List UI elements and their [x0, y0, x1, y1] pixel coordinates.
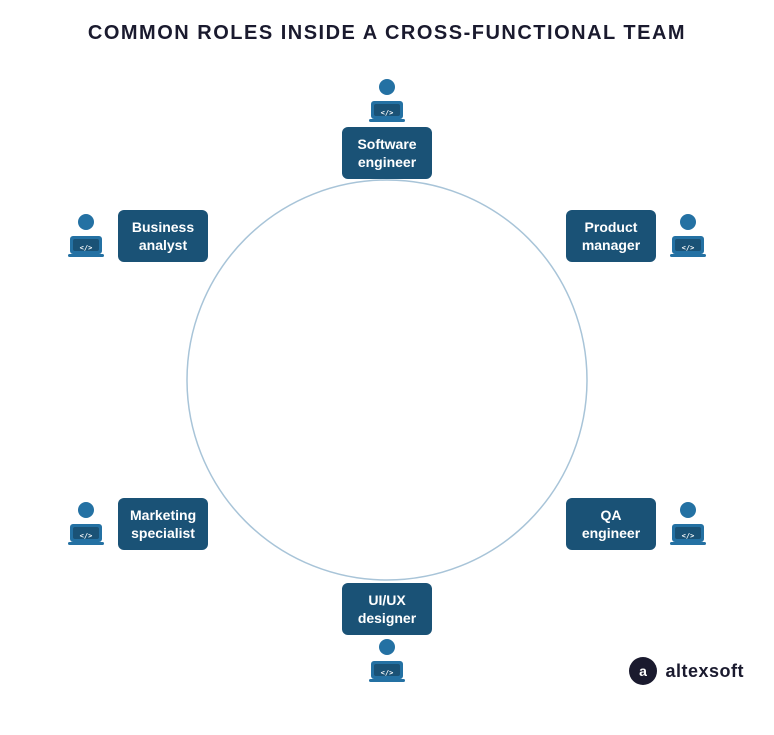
role-box-business: Business analyst	[118, 210, 208, 262]
svg-text:a: a	[640, 663, 648, 679]
role-box-uiux: UI/UX designer	[342, 583, 432, 635]
person-icon-product: </>	[662, 210, 714, 262]
role-node-uiux: UI/UX designer </>	[342, 583, 432, 687]
person-icon-marketing: </>	[60, 498, 112, 550]
diagram-container: </> Software engineer Product manager </…	[0, 55, 774, 705]
page-title: COMMON ROLES INSIDE A CROSS-FUNCTIONAL T…	[0, 0, 774, 55]
role-box-product: Product manager	[566, 210, 656, 262]
logo-text: altexsoft	[665, 661, 744, 682]
logo-icon: a	[627, 655, 659, 687]
role-node-product: Product manager </>	[566, 210, 714, 262]
role-node-business: </> Business analyst	[60, 210, 208, 262]
role-box-software: Software engineer	[342, 127, 432, 179]
role-node-qa: QA engineer </>	[566, 498, 714, 550]
person-icon-uiux: </>	[361, 635, 413, 687]
altexsoft-logo: a altexsoft	[627, 655, 744, 687]
svg-text:</>: </>	[682, 244, 695, 252]
role-box-qa: QA engineer	[566, 498, 656, 550]
person-icon-qa: </>	[662, 498, 714, 550]
svg-text:</>: </>	[381, 109, 394, 117]
person-icon-software: </>	[361, 75, 413, 127]
person-icon-business: </>	[60, 210, 112, 262]
svg-text:</>: </>	[381, 669, 394, 677]
svg-text:</>: </>	[80, 532, 93, 540]
svg-text:</>: </>	[682, 532, 695, 540]
svg-text:</>: </>	[80, 244, 93, 252]
circle-diagram	[177, 170, 597, 590]
role-box-marketing: Marketing specialist	[118, 498, 208, 550]
role-node-marketing: </> Marketing specialist	[60, 498, 208, 550]
role-node-software: </> Software engineer	[342, 75, 432, 179]
